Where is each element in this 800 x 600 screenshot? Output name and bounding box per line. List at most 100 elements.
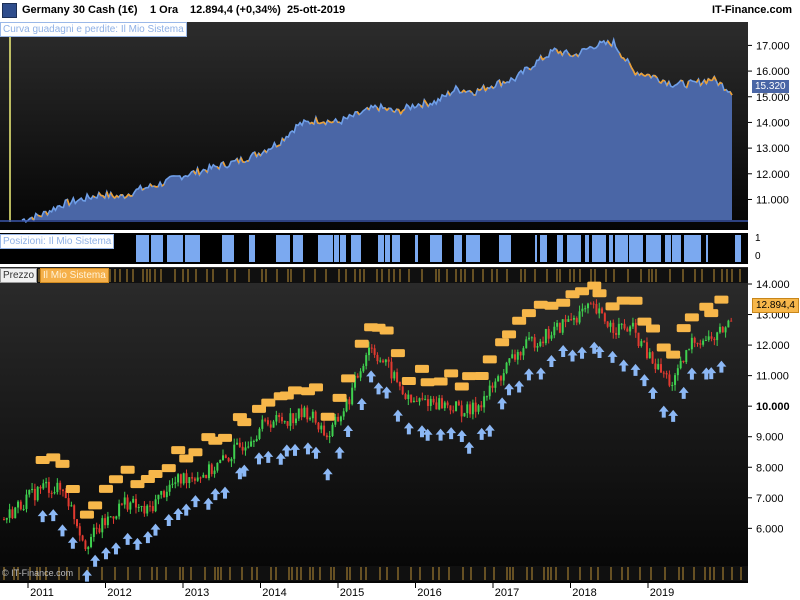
signal-box (462, 372, 477, 381)
candle-body (643, 341, 646, 343)
signal-box (65, 484, 80, 493)
candle-body (601, 308, 604, 314)
last-quote: 12.894,4 (+0,34%) (190, 4, 281, 16)
position-bar (222, 235, 234, 262)
candle-body (222, 455, 224, 460)
candle-body (185, 473, 188, 484)
candle-body (134, 498, 137, 508)
candle-body (22, 508, 25, 510)
candle-body (499, 376, 502, 381)
position-bar (151, 235, 163, 262)
candle-body (384, 359, 387, 363)
signal-box (704, 309, 719, 318)
candle-body (550, 335, 553, 339)
candle-body (193, 478, 196, 481)
position-bar (672, 235, 681, 262)
chart-area[interactable]: 11.00012.00013.00014.00015.00016.00017.0… (0, 22, 800, 600)
candle-body (70, 505, 73, 507)
positions-tick-1: 1 (755, 233, 761, 244)
signal-box (684, 313, 699, 322)
candle-body (688, 349, 691, 351)
drawdown-segment (621, 56, 624, 59)
position-bar (318, 235, 333, 262)
separator (0, 230, 800, 233)
candle-body (466, 404, 469, 414)
time-tick-label: 2014 (262, 587, 286, 599)
candle-body (575, 318, 578, 323)
candle-body (589, 303, 592, 305)
signal-box (218, 433, 233, 442)
candle-body (160, 491, 163, 495)
candle-body (351, 387, 354, 405)
candle-body (317, 422, 320, 430)
candle-body (33, 488, 36, 501)
candle-body (177, 474, 180, 483)
candle-body (92, 527, 95, 537)
candle-body (699, 343, 702, 345)
signal-box (646, 324, 661, 333)
signal-box (575, 287, 590, 296)
candle-body (311, 411, 314, 419)
candle-body (104, 518, 107, 526)
candle-body (28, 490, 31, 495)
candle-body (53, 492, 56, 494)
price-tick-label: 12.000 (756, 340, 790, 352)
candle-body (314, 411, 317, 423)
signal-box (420, 378, 435, 387)
candle-body (519, 352, 522, 356)
watermark: © IT-Finance.com (2, 568, 74, 578)
candle-body (250, 441, 253, 447)
signal-box (628, 296, 643, 305)
candle-body (165, 491, 168, 498)
candle-body (210, 464, 213, 475)
drawdown-segment (528, 67, 532, 71)
candle-body (685, 350, 688, 363)
candle-body (205, 474, 208, 479)
trade-strip-bottom (0, 566, 748, 581)
candle-body (45, 481, 48, 484)
candle-body (508, 358, 511, 363)
signal-box (354, 339, 369, 348)
candle-body (665, 373, 668, 375)
candle-body (438, 398, 441, 410)
drawdown-segment (723, 88, 727, 92)
position-bar (567, 235, 581, 262)
candle-body (286, 421, 289, 426)
candle-body (275, 415, 278, 422)
candle-body (412, 400, 415, 403)
candle-body (323, 425, 326, 436)
candle-body (8, 509, 11, 518)
equity-tick-label: 12.000 (756, 169, 790, 181)
candle-body (606, 321, 609, 327)
candle-body (401, 386, 404, 395)
candle-body (255, 438, 258, 442)
candle-body (303, 407, 306, 418)
candle-body (90, 536, 93, 548)
candle-body (278, 415, 281, 418)
strip-bg (0, 268, 748, 283)
time-tick-label: 2015 (340, 587, 364, 599)
candle-body (112, 516, 115, 519)
time-tick-label: 2012 (107, 587, 131, 599)
candle-body (42, 483, 45, 489)
time-tick-label: 2011 (30, 587, 54, 599)
candle-body (106, 516, 109, 526)
separator-2 (0, 264, 800, 267)
candle-body (626, 328, 629, 332)
candle-body (207, 464, 210, 479)
timeframe[interactable]: 1 Ora (150, 4, 178, 16)
candle-body (236, 442, 239, 445)
signal-box (120, 465, 135, 474)
signal-box (454, 382, 469, 391)
position-bar (385, 235, 390, 262)
position-bar (466, 235, 480, 262)
candle-body (634, 322, 637, 333)
candle-body (328, 436, 331, 438)
candle-body (182, 473, 185, 484)
equity-panel-label: Curva guadagni e perdite: Il Mio Sistema (0, 22, 187, 37)
drawdown-segment (392, 110, 396, 113)
candle-body (387, 359, 390, 362)
candle-body (129, 502, 132, 510)
equity-tick-label: 16.000 (756, 66, 790, 78)
candle-body (11, 509, 14, 519)
